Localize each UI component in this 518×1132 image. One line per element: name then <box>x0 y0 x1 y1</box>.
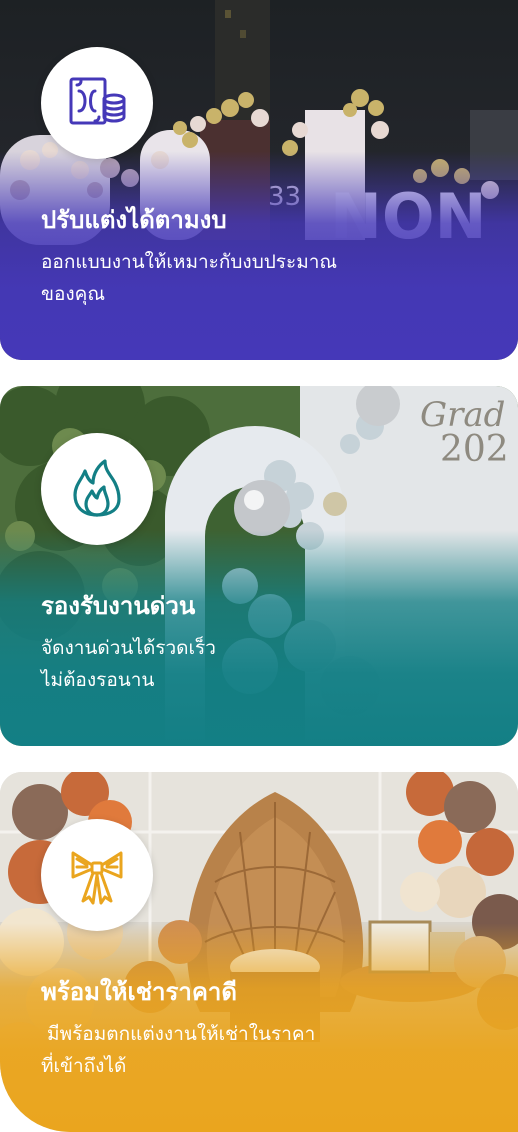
ribbon-bow-icon <box>71 851 123 905</box>
card-description: มีพร้อมตกแต่งงานให้เช่าในราคา ที่เข้าถึง… <box>41 1018 461 1082</box>
description-line: ที่เข้าถึงได้ <box>41 1055 127 1077</box>
card-title: พร้อมให้เช่าราคาดี <box>41 978 237 1006</box>
flame-icon <box>73 459 121 517</box>
description-line: ของคุณ <box>41 283 106 305</box>
description-line: ออกแบบงานให้เหมาะกับงบประมาณ <box>41 251 338 273</box>
icon-badge <box>41 819 153 931</box>
card-description: ออกแบบงานให้เหมาะกับงบประมาณ ของคุณ <box>41 246 461 310</box>
description-line: ไม่ต้องรอนาน <box>41 669 155 691</box>
card-title: รองรับงานด่วน <box>41 592 196 620</box>
money-coins-icon <box>69 77 126 125</box>
card-description: จัดงานด่วนได้รวดเร็ว ไม่ต้องรอนาน <box>41 632 461 696</box>
rental-feature-card[interactable]: พร้อมให้เช่าราคาดี มีพร้อมตกแต่งงานให้เช… <box>0 772 518 1132</box>
icon-badge <box>41 433 153 545</box>
card-title: ปรับแต่งได้ตามงบ <box>41 206 227 234</box>
description-line: จัดงานด่วนได้รวดเร็ว <box>41 637 216 659</box>
description-line: มีพร้อมตกแต่งงานให้เช่าในราคา <box>41 1023 316 1045</box>
budget-feature-card[interactable]: NON 33 ปรับ <box>0 0 518 360</box>
urgent-feature-card[interactable]: Grad 202 รองรับงานด่วน จัดงานด่วนได้รวดเ… <box>0 386 518 746</box>
icon-badge <box>41 47 153 159</box>
